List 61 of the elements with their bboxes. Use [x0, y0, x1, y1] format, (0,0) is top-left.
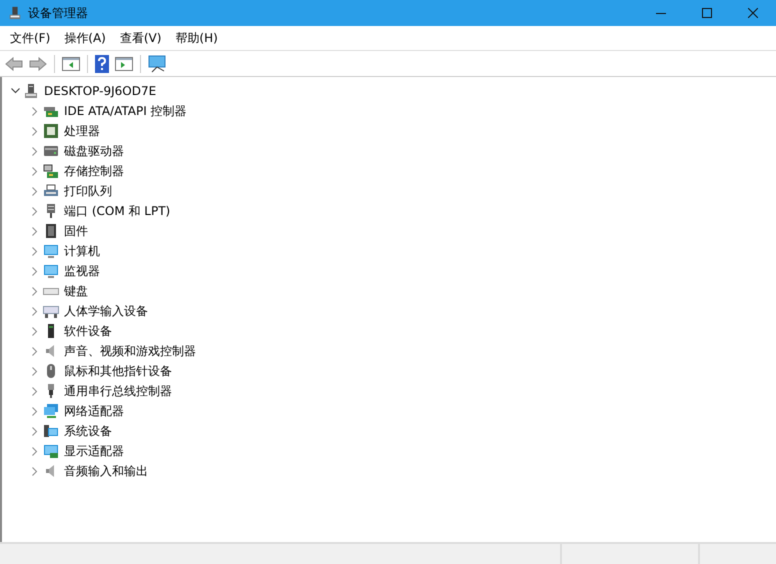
chevron-down-icon[interactable] — [10, 88, 20, 94]
tree-item[interactable]: 通用串行总线控制器 — [64, 382, 172, 400]
monitor-icon — [43, 263, 59, 279]
processor-icon — [43, 123, 59, 139]
app-icon — [8, 6, 22, 20]
tree-item[interactable]: 显示适配器 — [64, 442, 124, 460]
menu-item[interactable]: 帮助(H) — [168, 30, 225, 46]
tree-item[interactable]: 处理器 — [64, 122, 100, 140]
tree-item[interactable]: 端口 (COM 和 LPT) — [64, 202, 170, 220]
close-icon — [748, 8, 758, 18]
chevron-right-icon[interactable] — [32, 306, 38, 316]
tree-item[interactable]: 计算机 — [64, 242, 100, 260]
chevron-right-icon[interactable] — [32, 466, 38, 476]
tree-item[interactable]: 鼠标和其他指针设备 — [64, 362, 172, 380]
menu-item[interactable]: 文件(F) — [3, 30, 58, 46]
chevron-right-icon[interactable] — [32, 446, 38, 456]
monitor-icon — [43, 243, 59, 259]
tree-item[interactable]: 存储控制器 — [64, 162, 124, 180]
chevron-right-icon[interactable] — [32, 326, 38, 336]
memory-chip-icon — [43, 223, 59, 239]
tree-item[interactable]: 固件 — [64, 222, 88, 240]
tree-item[interactable]: 人体学输入设备 — [64, 302, 148, 320]
chevron-right-icon[interactable] — [32, 286, 38, 296]
chevron-right-icon[interactable] — [32, 366, 38, 376]
printer-icon — [43, 183, 59, 199]
menu-item[interactable]: 操作(A) — [57, 30, 113, 46]
input-device-icon — [43, 303, 59, 319]
chevron-right-icon[interactable] — [32, 106, 38, 116]
chevron-right-icon[interactable] — [32, 206, 38, 216]
chevron-right-icon[interactable] — [32, 406, 38, 416]
system-device-icon — [43, 423, 59, 439]
chevron-right-icon[interactable] — [32, 266, 38, 276]
chevron-right-icon[interactable] — [32, 186, 38, 196]
chevron-right-icon[interactable] — [32, 166, 38, 176]
help-button[interactable] — [93, 52, 111, 74]
computer-icon — [23, 83, 39, 99]
window-title: 设备管理器 — [28, 4, 89, 22]
tree-item[interactable]: IDE ATA/ATAPI 控制器 — [64, 102, 187, 120]
chevron-right-icon[interactable] — [32, 346, 38, 356]
network-icon — [43, 403, 59, 419]
tree-item[interactable]: 系统设备 — [64, 422, 112, 440]
tree-item[interactable]: 监视器 — [64, 262, 100, 280]
chevron-right-icon[interactable] — [32, 126, 38, 136]
tree-item[interactable]: 磁盘驱动器 — [64, 142, 124, 160]
chevron-right-icon[interactable] — [32, 386, 38, 396]
tree-item[interactable]: 打印队列 — [64, 182, 112, 200]
tree-item[interactable]: DESKTOP-9J6OD7E — [44, 84, 156, 98]
tree-item[interactable]: 网络适配器 — [64, 402, 124, 420]
chevron-right-icon[interactable] — [32, 426, 38, 436]
chevron-right-icon[interactable] — [32, 246, 38, 256]
tree-item[interactable]: 音频输入和输出 — [64, 462, 148, 480]
tree-item[interactable]: 声音、视频和游戏控制器 — [64, 342, 196, 360]
tree-item[interactable]: 软件设备 — [64, 322, 112, 340]
storage-controller-icon — [43, 163, 59, 179]
tree-item[interactable]: 键盘 — [64, 282, 88, 300]
maximize-icon — [702, 8, 712, 18]
display-adapter-icon — [43, 443, 59, 459]
chevron-right-icon[interactable] — [32, 226, 38, 236]
chevron-right-icon[interactable] — [32, 146, 38, 156]
menu-item[interactable]: 查看(V) — [112, 30, 168, 46]
disk-drive-icon — [43, 143, 59, 159]
